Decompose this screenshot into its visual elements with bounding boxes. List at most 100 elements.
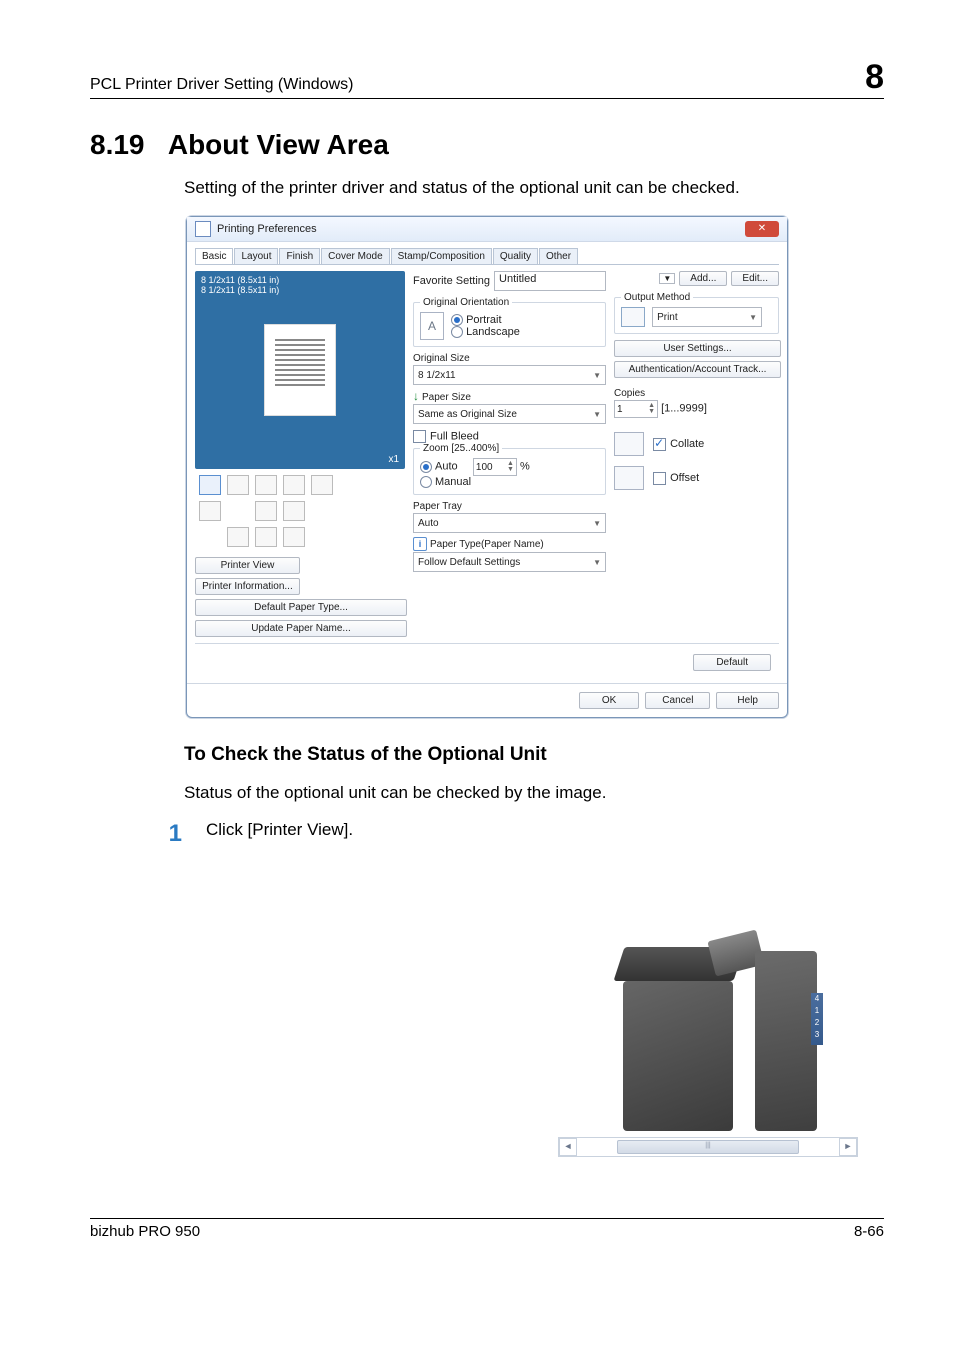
chapter-number-badge: 8 — [865, 60, 884, 94]
help-button[interactable]: Help — [716, 692, 779, 709]
collate-checkbox[interactable] — [653, 438, 666, 451]
subsection-description: Status of the optional unit can be check… — [184, 783, 884, 803]
preview-size-original: 8 1/2x11 (8.5x11 in) — [201, 275, 399, 285]
preview-icon-3[interactable] — [255, 475, 277, 495]
preview-icon-9[interactable] — [227, 527, 249, 547]
section-number: 8.19 — [90, 129, 145, 160]
preview-icon-7[interactable] — [255, 501, 277, 521]
window-title: Printing Preferences — [217, 223, 317, 235]
orientation-icon: A — [420, 312, 444, 340]
tray-tag-4: 4 — [811, 993, 823, 1005]
scroll-left-button[interactable]: ◄ — [559, 1138, 577, 1156]
offset-icon — [614, 466, 644, 490]
original-size-label: Original Size — [413, 353, 606, 364]
user-settings-button[interactable]: User Settings... — [614, 340, 781, 357]
preview-size-paper: 8 1/2x11 (8.5x11 in) — [201, 285, 399, 295]
tab-quality[interactable]: Quality — [493, 248, 538, 264]
horizontal-scrollbar[interactable]: ◄ ||| ► — [558, 1137, 858, 1157]
paper-type-label: Paper Type(Paper Name) — [430, 539, 544, 550]
default-paper-type-button[interactable]: Default Paper Type... — [195, 599, 407, 616]
full-bleed-label: Full Bleed — [430, 430, 479, 442]
printer-view-button[interactable]: Printer View — [195, 557, 300, 574]
preview-icon-10[interactable] — [255, 527, 277, 547]
favorite-edit-button[interactable]: Edit... — [731, 271, 779, 286]
output-method-legend: Output Method — [621, 292, 693, 303]
favorite-setting-arrow[interactable]: ▼ — [659, 273, 675, 284]
scroll-thumb[interactable]: ||| — [617, 1140, 799, 1154]
original-size-select[interactable]: 8 1/2x11▼ — [413, 365, 606, 385]
preview-icon-5[interactable] — [311, 475, 333, 495]
tab-stamp-composition[interactable]: Stamp/Composition — [391, 248, 492, 264]
portrait-label: Portrait — [466, 314, 501, 326]
zoom-manual-radio[interactable] — [420, 476, 432, 488]
tray-tag-1: 1 — [811, 1005, 823, 1017]
footer-page-number: 8-66 — [854, 1223, 884, 1240]
chevron-down-icon: ▼ — [593, 519, 601, 528]
section-intro: Setting of the printer driver and status… — [184, 178, 884, 198]
copies-range: [1...9999] — [661, 403, 707, 415]
output-method-select[interactable]: Print▼ — [652, 307, 762, 327]
chevron-down-icon: ▼ — [593, 558, 601, 567]
zoom-legend: Zoom [25..400%] — [420, 443, 502, 454]
preview-icon-11[interactable] — [283, 527, 305, 547]
chevron-down-icon: ▼ — [749, 313, 757, 322]
favorite-add-button[interactable]: Add... — [679, 271, 727, 286]
info-icon: i — [413, 537, 427, 551]
tray-tag-3: 3 — [811, 1029, 823, 1041]
step-number: 1 — [154, 820, 182, 848]
tray-tag-2: 2 — [811, 1017, 823, 1029]
tab-other[interactable]: Other — [539, 248, 578, 264]
favorite-setting-select[interactable]: Untitled — [494, 271, 606, 291]
collate-label: Collate — [670, 438, 704, 450]
subsection-heading: To Check the Status of the Optional Unit — [184, 744, 884, 766]
update-paper-name-button[interactable]: Update Paper Name... — [195, 620, 407, 637]
paper-tray-label: Paper Tray — [413, 501, 606, 512]
zoom-auto-label: Auto — [435, 461, 458, 473]
preview-icon-4[interactable] — [283, 475, 305, 495]
printer-device-illustration: 4 1 2 3 — [593, 901, 823, 1131]
preview-icon-8[interactable] — [283, 501, 305, 521]
tab-basic[interactable]: Basic — [195, 248, 233, 264]
scroll-right-button[interactable]: ► — [839, 1138, 857, 1156]
cancel-button[interactable]: Cancel — [645, 692, 710, 709]
tab-layout[interactable]: Layout — [234, 248, 278, 264]
original-orientation-legend: Original Orientation — [420, 297, 512, 308]
page-preview: 8 1/2x11 (8.5x11 in) 8 1/2x11 (8.5x11 in… — [195, 271, 405, 469]
copies-spinner[interactable]: 1▲▼ — [614, 400, 658, 418]
preview-mode-icon[interactable] — [199, 475, 221, 495]
default-button[interactable]: Default — [693, 654, 771, 671]
offset-label: Offset — [670, 472, 699, 484]
preview-icon-2[interactable] — [227, 475, 249, 495]
landscape-label: Landscape — [466, 326, 520, 338]
full-bleed-checkbox[interactable] — [413, 430, 426, 443]
chevron-down-icon: ▼ — [593, 410, 601, 419]
zoom-percent-label: % — [520, 461, 530, 473]
paper-size-select[interactable]: Same as Original Size▼ — [413, 404, 606, 424]
landscape-radio[interactable] — [451, 326, 463, 338]
preview-icon-6[interactable] — [199, 501, 221, 521]
ok-button[interactable]: OK — [579, 692, 639, 709]
section-heading: About View Area — [168, 129, 389, 160]
portrait-radio[interactable] — [451, 314, 463, 326]
printing-preferences-window: Printing Preferences ✕ Basic Layout Fini… — [186, 216, 788, 718]
tab-cover-mode[interactable]: Cover Mode — [321, 248, 389, 264]
favorite-setting-label: Favorite Setting — [413, 275, 490, 287]
close-icon[interactable]: ✕ — [745, 221, 779, 237]
tab-finish[interactable]: Finish — [279, 248, 320, 264]
down-arrow-icon: ↓ — [413, 389, 419, 403]
zoom-value-spinner[interactable]: 100▲▼ — [473, 458, 517, 476]
running-header-left: PCL Printer Driver Setting (Windows) — [90, 76, 353, 94]
paper-type-select[interactable]: Follow Default Settings▼ — [413, 552, 606, 572]
printer-information-button[interactable]: Printer Information... — [195, 578, 300, 595]
offset-checkbox[interactable] — [653, 472, 666, 485]
chevron-down-icon: ▼ — [593, 371, 601, 380]
section-title: 8.19 About View Area — [90, 129, 884, 161]
paper-tray-select[interactable]: Auto▼ — [413, 513, 606, 533]
zoom-auto-radio[interactable] — [420, 461, 432, 473]
printer-view-panel: 4 1 2 3 ◄ ||| ► — [558, 866, 858, 1157]
authentication-account-track-button[interactable]: Authentication/Account Track... — [614, 361, 781, 378]
window-icon — [195, 221, 211, 237]
paper-size-label: Paper Size — [422, 392, 471, 403]
collate-icon — [614, 432, 644, 456]
preview-zoom-indicator: x1 — [388, 454, 399, 465]
